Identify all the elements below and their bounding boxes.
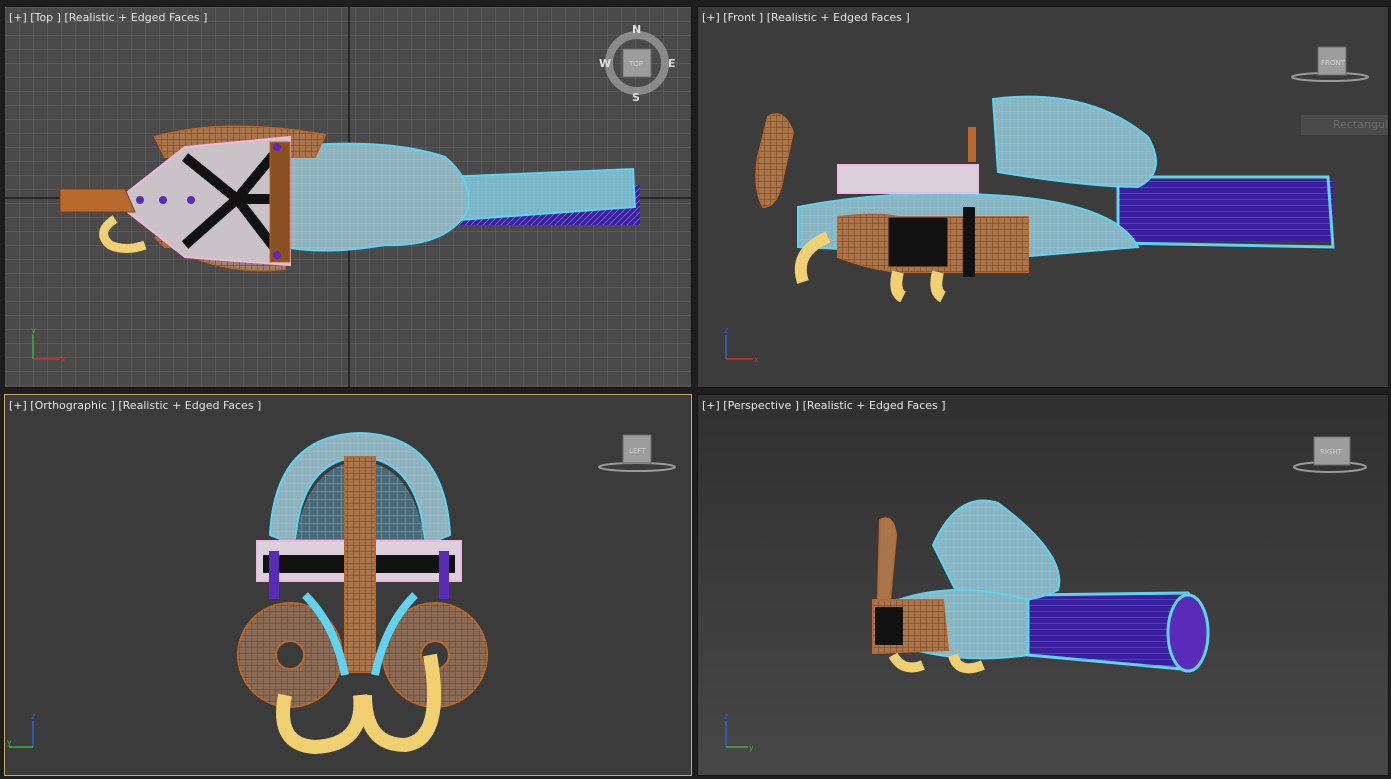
object-tooltip: Rectangul bbox=[1301, 115, 1388, 135]
model-perspective[interactable] bbox=[872, 499, 1210, 674]
svg-text:LEFT: LEFT bbox=[629, 447, 646, 455]
viewcube-icon[interactable]: TOP bbox=[622, 48, 652, 78]
svg-text:W: W bbox=[599, 57, 611, 70]
ortho-view-canvas[interactable]: LEFT z y bbox=[5, 395, 692, 776]
viewport-top[interactable]: N S E W TOP y x [+] [Top ] [Realistic + … bbox=[4, 6, 692, 388]
svg-text:S: S bbox=[632, 91, 640, 104]
svg-text:E: E bbox=[668, 57, 676, 70]
viewport-label-top[interactable]: [+] [Top ] [Realistic + Edged Faces ] bbox=[9, 11, 207, 24]
viewport-perspective[interactable]: RIGHT z y [+] [Perspective ] [Realistic … bbox=[697, 394, 1389, 776]
viewport-label-front[interactable]: [+] [Front ] [Realistic + Edged Faces ] bbox=[702, 11, 910, 24]
svg-text:z: z bbox=[31, 712, 35, 721]
axis-gizmo-icon: z y bbox=[7, 712, 35, 748]
svg-text:y: y bbox=[7, 738, 12, 747]
viewport-front[interactable]: FRONT z x Rectangul [+] [Front ] [Realis… bbox=[697, 6, 1389, 388]
svg-text:z: z bbox=[724, 326, 728, 335]
model-ortho[interactable] bbox=[237, 431, 488, 755]
viewcube-icon[interactable]: RIGHT bbox=[1293, 436, 1367, 473]
svg-text:N: N bbox=[632, 23, 641, 36]
viewport-label-orthographic[interactable]: [+] [Orthographic ] [Realistic + Edged F… bbox=[9, 399, 261, 412]
svg-text:x: x bbox=[754, 355, 759, 364]
svg-text:FRONT: FRONT bbox=[1321, 59, 1346, 67]
svg-text:x: x bbox=[61, 355, 66, 364]
viewport-label-perspective[interactable]: [+] [Perspective ] [Realistic + Edged Fa… bbox=[702, 399, 946, 412]
front-view-canvas[interactable]: FRONT z x bbox=[698, 7, 1389, 388]
axis-gizmo-icon: z x bbox=[724, 326, 759, 364]
svg-text:TOP: TOP bbox=[628, 60, 643, 68]
viewcube-icon[interactable]: FRONT bbox=[1291, 46, 1369, 82]
model-front[interactable] bbox=[755, 95, 1335, 303]
svg-text:RIGHT: RIGHT bbox=[1320, 448, 1343, 456]
persp-view-canvas[interactable]: RIGHT z y bbox=[698, 395, 1389, 776]
svg-text:y: y bbox=[749, 743, 754, 752]
svg-text:y: y bbox=[31, 326, 36, 335]
axis-gizmo-icon: z y bbox=[724, 712, 754, 752]
viewcube-icon[interactable]: LEFT bbox=[598, 434, 676, 472]
viewport-orthographic[interactable]: LEFT z y [+] [Orthographic ] [Realistic … bbox=[4, 394, 692, 776]
top-view-canvas[interactable]: N S E W TOP y x bbox=[5, 7, 692, 388]
svg-text:z: z bbox=[724, 712, 728, 721]
